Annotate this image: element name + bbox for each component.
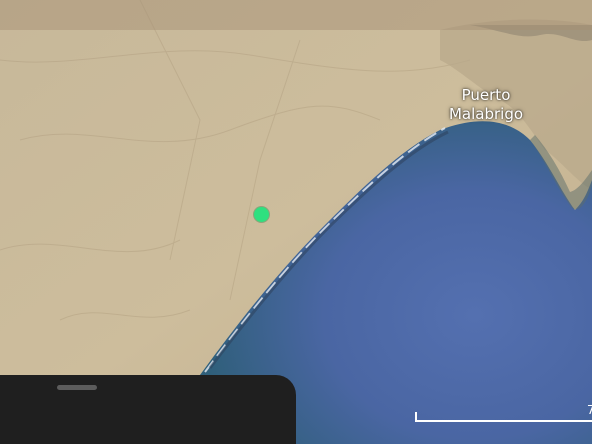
map-view[interactable]: Puerto Malabrigo 7 (0, 0, 592, 444)
current-location-dot-icon[interactable] (254, 207, 269, 222)
map-scale-bar: 7 (415, 403, 592, 422)
scale-bar-tick (415, 412, 417, 422)
place-label-line1: Puerto (461, 86, 511, 104)
bottom-sheet[interactable] (0, 375, 296, 444)
sheet-drag-handle[interactable] (57, 385, 97, 390)
place-label-line2: Malabrigo (448, 105, 524, 123)
scale-bar-label: 7 (587, 403, 592, 417)
place-label-puerto-malabrigo[interactable]: Puerto Malabrigo (449, 86, 523, 124)
scale-bar-line (415, 420, 592, 422)
